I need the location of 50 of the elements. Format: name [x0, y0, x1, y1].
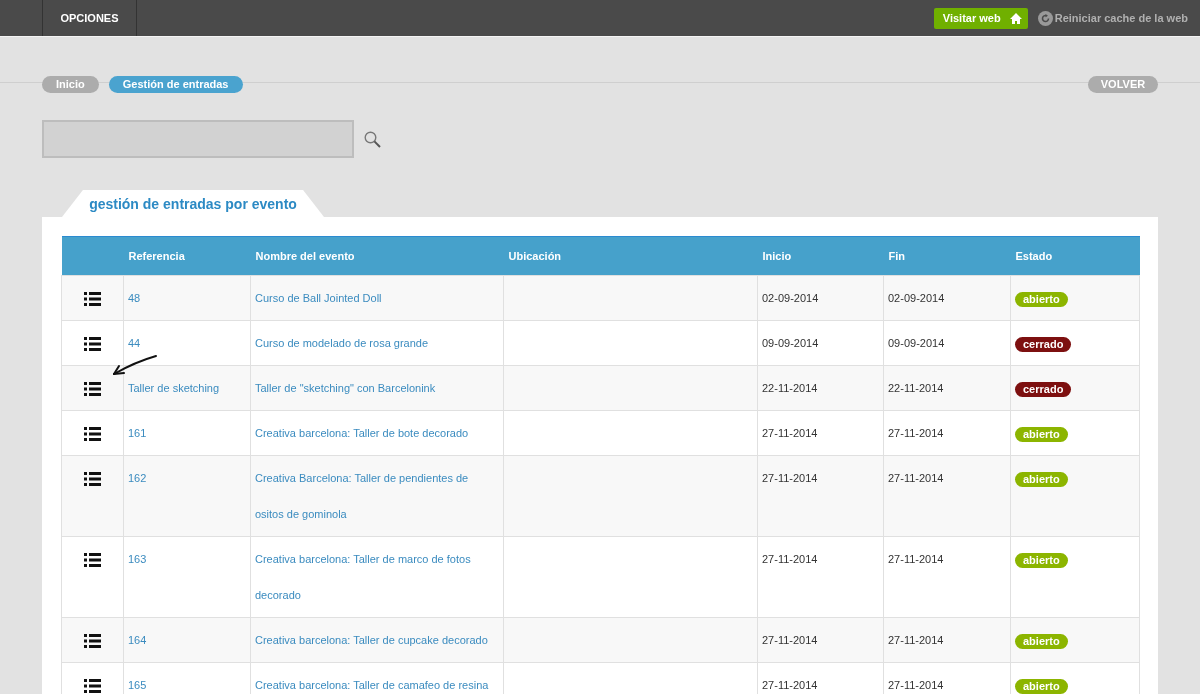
list-icon[interactable]	[83, 427, 101, 442]
list-icon[interactable]	[83, 382, 101, 397]
back-button[interactable]: VOLVER	[1088, 75, 1158, 93]
start-date: 27-11-2014	[762, 634, 818, 646]
search-field[interactable]	[42, 120, 354, 158]
status-badge: abierto	[1015, 552, 1068, 568]
column-header: Estado	[1010, 236, 1140, 276]
end-date: 27-11-2014	[888, 679, 944, 691]
visit-web-button[interactable]: Visitar web	[933, 7, 1028, 29]
column-header: Nombre del evento	[250, 236, 504, 276]
end-date: 27-11-2014	[888, 553, 944, 565]
status-badge: abierto	[1015, 291, 1068, 307]
list-icon[interactable]	[83, 337, 101, 352]
column-header: Referencia	[123, 236, 251, 276]
status-badge: abierto	[1015, 678, 1068, 694]
status-badge: cerrado	[1015, 381, 1072, 397]
start-date: 09-09-2014	[762, 337, 819, 349]
end-date: 02-09-2014	[888, 292, 945, 304]
start-date: 27-11-2014	[762, 427, 818, 439]
status-badge: abierto	[1015, 426, 1068, 442]
end-date: 09-09-2014	[888, 337, 945, 349]
list-icon[interactable]	[83, 292, 101, 307]
options-menu[interactable]: OPCIONES	[42, 0, 137, 36]
list-icon[interactable]	[83, 472, 101, 487]
start-date: 27-11-2014	[762, 553, 818, 565]
end-date: 27-11-2014	[888, 427, 944, 439]
list-icon[interactable]	[83, 679, 101, 694]
arrow-annotation	[110, 354, 158, 378]
status-badge: abierto	[1015, 471, 1068, 487]
breadcrumb[interactable]: Inicio	[42, 75, 99, 93]
column-header: Inicio	[757, 236, 884, 276]
reset-cache-link[interactable]: Reiniciar cache de la web	[1054, 12, 1188, 24]
end-date: 27-11-2014	[888, 634, 944, 646]
column-header: Ubicación	[503, 236, 758, 276]
breadcrumb[interactable]: Gestión de entradas	[108, 75, 243, 93]
end-date: 27-11-2014	[888, 472, 944, 484]
start-date: 27-11-2014	[762, 472, 818, 484]
start-date: 22-11-2014	[762, 382, 818, 394]
column-header: Fin	[883, 236, 1011, 276]
start-date: 02-09-2014	[762, 292, 819, 304]
list-icon[interactable]	[83, 553, 101, 568]
start-date: 27-11-2014	[762, 679, 818, 691]
list-icon[interactable]	[83, 634, 101, 649]
panel-tab[interactable]: gestión de entradas por evento	[62, 190, 324, 217]
home-icon	[1009, 12, 1022, 24]
refresh-icon[interactable]	[1037, 10, 1053, 26]
search-icon[interactable]	[364, 130, 381, 148]
end-date: 22-11-2014	[888, 382, 944, 394]
status-badge: abierto	[1015, 633, 1068, 649]
status-badge: cerrado	[1015, 336, 1072, 352]
